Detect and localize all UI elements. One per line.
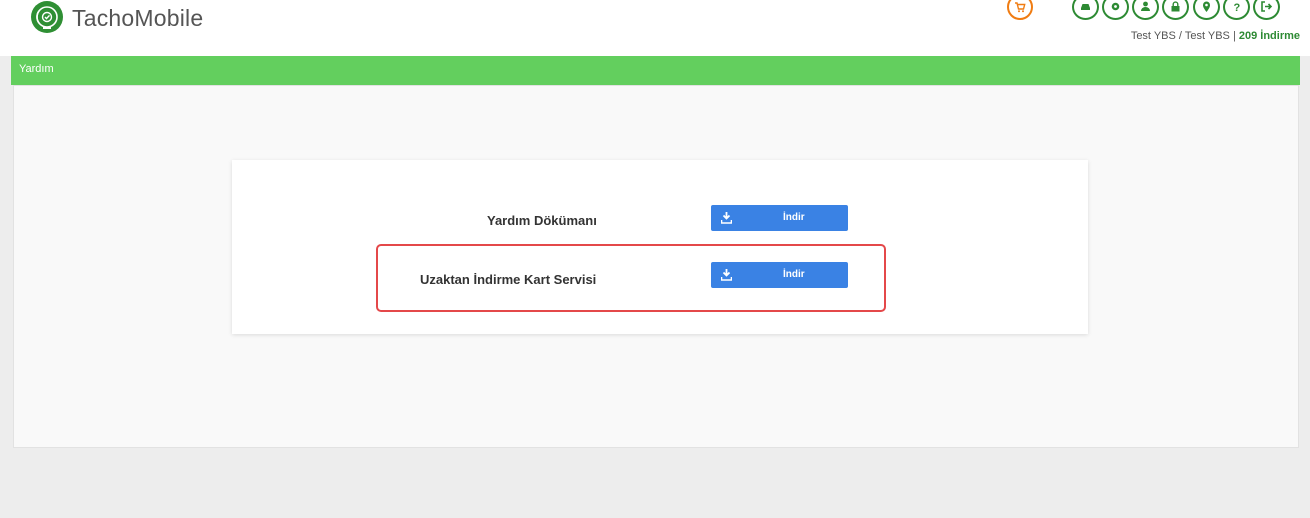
car-icon[interactable]	[1072, 0, 1099, 20]
logout-icon[interactable]	[1253, 0, 1280, 20]
user-icon[interactable]	[1132, 0, 1159, 20]
top-header: TachoMobile ? Test YBS / Test YBS | 209 …	[0, 0, 1310, 56]
gear-icon[interactable]	[1102, 0, 1129, 20]
user-info: Test YBS / Test YBS | 209 İndirme	[1131, 30, 1300, 42]
location-icon[interactable]	[1193, 0, 1220, 20]
logo-gauge-icon[interactable]	[31, 1, 63, 33]
svg-text:?: ?	[1234, 2, 1241, 13]
download-icon	[720, 268, 733, 286]
help-item-label: Uzaktan İndirme Kart Servisi	[420, 272, 597, 287]
download-button-label: İndir	[783, 212, 805, 223]
user-name: Test YBS / Test YBS	[1130, 30, 1230, 42]
cart-icon[interactable]	[1007, 0, 1033, 20]
app-title: TachoMobile	[72, 5, 204, 31]
download-button-remote-card-service[interactable]: İndir	[711, 262, 848, 288]
section-header-bar: Yardım	[11, 56, 1300, 85]
download-button-label: İndir	[783, 269, 805, 280]
lock-icon[interactable]	[1162, 0, 1189, 20]
section-title: Yardım	[19, 63, 54, 75]
help-icon[interactable]: ?	[1223, 0, 1250, 20]
help-item-label: Yardım Dökümanı	[487, 213, 597, 228]
separator: |	[1232, 30, 1236, 42]
download-count: 209 İndirme	[1238, 30, 1300, 42]
download-icon	[720, 211, 733, 229]
download-button-help-document[interactable]: İndir	[711, 205, 848, 231]
